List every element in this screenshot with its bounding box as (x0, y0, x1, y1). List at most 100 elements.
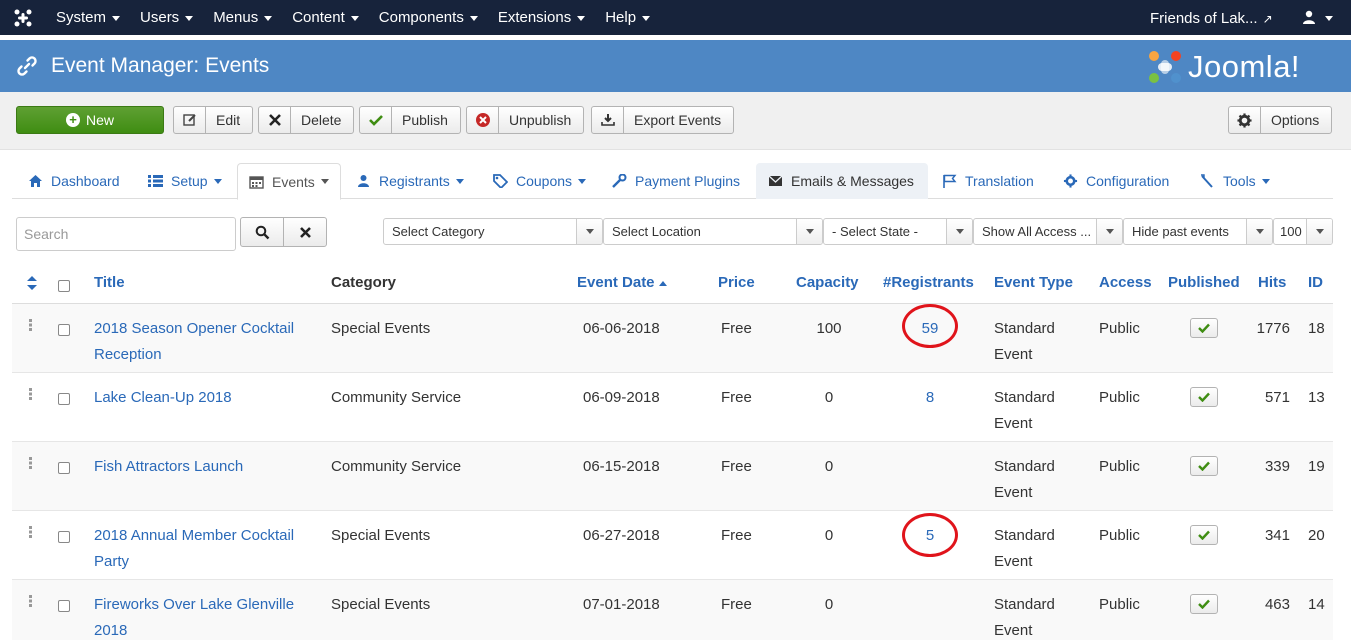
row-checkbox[interactable] (58, 393, 70, 405)
options-button[interactable]: Options (1228, 106, 1333, 134)
column-event-date[interactable]: Event Date (577, 264, 667, 302)
check-icon (1198, 323, 1210, 333)
chevron-down-icon (577, 15, 586, 21)
chevron-down-icon (1096, 219, 1122, 244)
search-button[interactable] (240, 217, 284, 247)
tab-configuration[interactable]: Configuration (1063, 163, 1169, 199)
menu-help[interactable]: Help (605, 0, 651, 35)
column-published[interactable]: Published (1168, 264, 1240, 302)
event-title-link[interactable]: 2018 Annual Member Cocktail Party (94, 523, 324, 575)
delete-button[interactable]: Delete (258, 106, 355, 134)
capacity-cell: 0 (824, 527, 834, 544)
select-all-checkbox[interactable] (58, 280, 70, 292)
row-checkbox[interactable] (58, 600, 70, 612)
clear-search-button[interactable] (283, 217, 327, 247)
drag-handle-icon[interactable] (29, 388, 33, 400)
tab-payment-plugins[interactable]: Payment Plugins (612, 163, 740, 199)
table-row: Lake Clean-Up 2018 Community Service 06-… (12, 373, 1333, 442)
published-toggle[interactable] (1190, 318, 1218, 338)
new-button[interactable]: + New (16, 106, 164, 134)
menu-system[interactable]: System (56, 0, 121, 35)
event-title-link[interactable]: 2018 Season Opener Cocktail Reception (94, 316, 324, 368)
published-toggle[interactable] (1190, 456, 1218, 476)
check-icon (360, 107, 392, 133)
envelope-icon (768, 175, 783, 186)
registrants-link[interactable]: 8 (890, 385, 970, 411)
plus-icon: + (65, 113, 80, 127)
column-hits[interactable]: Hits (1258, 264, 1286, 302)
tab-registrants[interactable]: Registrants (356, 163, 464, 199)
user-menu[interactable] (1300, 9, 1334, 27)
tag-icon (493, 174, 508, 188)
published-toggle[interactable] (1190, 387, 1218, 407)
past-events-select[interactable]: Hide past events (1123, 218, 1273, 245)
column-event-type[interactable]: Event Type (994, 264, 1073, 302)
main-tabs: Dashboard Setup Events Registrants Coupo… (12, 163, 1333, 200)
edit-button[interactable]: Edit (173, 106, 254, 134)
event-date-cell: 07-01-2018 (583, 596, 660, 613)
menu-users[interactable]: Users (140, 0, 194, 35)
toolbar: + New Edit Delete Publish Unpublish Expo… (0, 92, 1351, 150)
check-icon (1198, 461, 1210, 471)
column-price[interactable]: Price (718, 264, 755, 302)
published-toggle[interactable] (1190, 594, 1218, 614)
column-capacity[interactable]: Capacity (796, 264, 859, 302)
location-select[interactable]: Select Location (603, 218, 823, 245)
site-link[interactable]: Friends of Lak... ↗ (1150, 0, 1273, 38)
link-icon (17, 56, 37, 76)
access-select[interactable]: Show All Access ... (973, 218, 1123, 245)
top-menu: System Users Menus Content Components Ex… (56, 0, 670, 35)
chevron-down-icon (642, 15, 651, 21)
event-title-link[interactable]: Lake Clean-Up 2018 (94, 385, 324, 411)
gear-icon (1063, 174, 1078, 188)
column-registrants[interactable]: #Registrants (883, 264, 974, 302)
publish-button[interactable]: Publish (359, 106, 461, 134)
event-type-cell: Standard Event (994, 527, 1055, 570)
unpublish-button[interactable]: Unpublish (466, 106, 585, 134)
tab-tools[interactable]: Tools (1200, 163, 1270, 199)
row-checkbox[interactable] (58, 531, 70, 543)
table-row: 2018 Season Opener Cocktail Reception Spe… (12, 304, 1333, 373)
home-icon (29, 175, 42, 187)
menu-menus[interactable]: Menus (213, 0, 273, 35)
menu-content[interactable]: Content (292, 0, 359, 35)
drag-handle-icon[interactable] (29, 595, 33, 607)
category-select[interactable]: Select Category (383, 218, 603, 245)
menu-extensions[interactable]: Extensions (498, 0, 586, 35)
list-limit-select[interactable]: 100 (1273, 218, 1333, 245)
state-select[interactable]: - Select State - (823, 218, 973, 245)
published-toggle[interactable] (1190, 525, 1218, 545)
search-input[interactable]: Search (16, 217, 236, 251)
id-cell: 18 (1308, 320, 1325, 337)
menu-components[interactable]: Components (379, 0, 478, 35)
tab-emails-messages[interactable]: Emails & Messages (756, 163, 928, 199)
row-checkbox[interactable] (58, 324, 70, 336)
flag-icon (943, 174, 957, 188)
drag-handle-icon[interactable] (29, 457, 33, 469)
export-events-button[interactable]: Export Events (591, 106, 735, 134)
column-title[interactable]: Title (94, 264, 125, 302)
tab-translation[interactable]: Translation (942, 163, 1034, 199)
chevron-down-icon (469, 15, 478, 21)
id-cell: 19 (1308, 458, 1325, 475)
tab-coupons[interactable]: Coupons (493, 163, 587, 199)
row-checkbox[interactable] (58, 462, 70, 474)
drag-handle-icon[interactable] (29, 319, 33, 331)
id-cell: 20 (1308, 527, 1325, 544)
tab-dashboard[interactable]: Dashboard (28, 163, 120, 199)
unpublish-icon (467, 107, 499, 133)
event-title-link[interactable]: Fish Attractors Launch (94, 454, 324, 480)
sort-icon[interactable] (27, 276, 37, 290)
drag-handle-icon[interactable] (29, 526, 33, 538)
price-cell: Free (721, 320, 752, 337)
column-access[interactable]: Access (1099, 264, 1152, 302)
tab-events[interactable]: Events (237, 163, 341, 200)
price-cell: Free (721, 596, 752, 613)
column-id[interactable]: ID (1308, 264, 1323, 302)
hits-cell: 339 (1264, 458, 1290, 475)
tab-setup[interactable]: Setup (148, 163, 222, 199)
joomla-logo-icon[interactable] (14, 9, 32, 27)
top-navbar: System Users Menus Content Components Ex… (0, 0, 1351, 35)
download-icon (592, 107, 624, 133)
event-title-link[interactable]: Fireworks Over Lake Glenville 2018 (94, 592, 324, 640)
